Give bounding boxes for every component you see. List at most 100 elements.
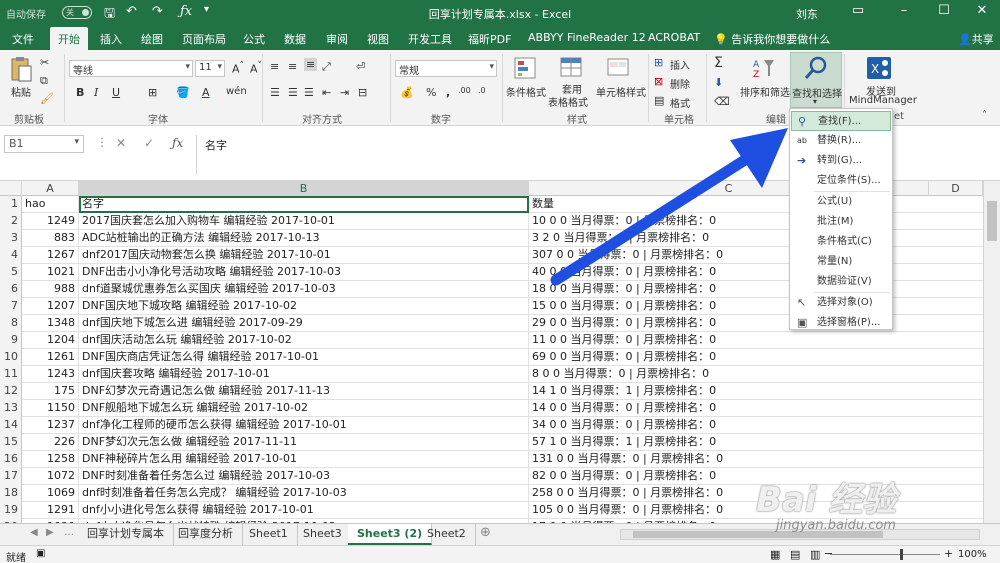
confirm-entry-icon[interactable]: ✓ <box>144 136 154 150</box>
decrease-indent-icon[interactable]: ⇤ <box>322 86 331 99</box>
delete-cells-icon[interactable]: ⊠ <box>654 75 663 88</box>
column-header-a[interactable]: A <box>22 181 79 196</box>
fill-icon[interactable]: ⬇ <box>714 76 723 89</box>
format-painter-icon[interactable]: 🖌 <box>40 92 54 105</box>
align-left-icon[interactable]: ☰ <box>270 86 280 99</box>
cell-b[interactable]: DNF时刻准备着任务怎么过 编辑经验 2017-10-03 <box>79 468 529 485</box>
row-header[interactable]: 2 <box>0 213 22 230</box>
menu-item[interactable]: 批注(M) <box>791 212 891 232</box>
cell-c[interactable]: 11 0 0 当月得票：0 | 月票榜排名：0 <box>529 332 929 349</box>
tab-draw[interactable]: 绘图 <box>141 31 163 47</box>
page-break-view-icon[interactable]: ▥ <box>810 548 820 561</box>
tab-review[interactable]: 审阅 <box>326 31 348 47</box>
tab-page-layout[interactable]: 页面布局 <box>182 31 226 47</box>
delete-cells-button[interactable]: 删除 <box>670 76 690 91</box>
cell-a[interactable]: 1021 <box>22 264 79 281</box>
cell-a[interactable]: 1207 <box>22 298 79 315</box>
cell-c[interactable]: 14 1 0 当月得票：1 | 月票榜排名：0 <box>529 383 929 400</box>
cell-b[interactable]: DNF神秘碎片怎么用 编辑经验 2017-10-01 <box>79 451 529 468</box>
sheet-tab[interactable]: Sheet3 <box>294 524 352 545</box>
page-layout-view-icon[interactable]: ▤ <box>790 548 800 561</box>
minimize-icon[interactable]: – <box>894 3 914 18</box>
send-mindmanager-button[interactable]: MindManager <box>849 95 917 106</box>
row-header[interactable]: 6 <box>0 281 22 298</box>
column-header-b[interactable]: B <box>79 181 529 196</box>
tab-formulas[interactable]: 公式 <box>243 31 265 47</box>
cell-a[interactable]: 1249 <box>22 213 79 230</box>
format-as-table-icon[interactable] <box>560 56 584 80</box>
number-format-combo[interactable]: 常规 <box>395 60 497 77</box>
row-header[interactable]: 12 <box>0 383 22 400</box>
cut-icon[interactable]: ✂ <box>40 56 49 69</box>
tell-me-search[interactable]: 💡 告诉我你想要做什么 <box>714 31 830 47</box>
tab-developer[interactable]: 开发工具 <box>408 31 452 47</box>
menu-item[interactable]: 条件格式(C) <box>791 232 891 252</box>
menu-item[interactable]: 常量(N) <box>791 252 891 272</box>
tab-view[interactable]: 视图 <box>367 31 389 47</box>
cell-b[interactable]: dnf时刻准备着任务怎么完成？ 编辑经验 2017-10-03 <box>79 485 529 502</box>
row-header[interactable]: 16 <box>0 451 22 468</box>
decrease-decimal-icon[interactable]: .0 <box>478 86 486 95</box>
sheet-tab[interactable]: Sheet2 <box>418 524 476 545</box>
font-size-combo[interactable]: 11 <box>195 60 225 77</box>
cell-b[interactable]: dnf国庆套攻略 编辑经验 2017-10-01 <box>79 366 529 383</box>
cell-b[interactable]: ADC站桩输出的正确方法 编辑经验 2017-10-13 <box>79 230 529 247</box>
cell-c[interactable]: 8 0 0 当月得票：0 | 月票榜排名：0 <box>529 366 929 383</box>
column-header-d[interactable]: D <box>929 181 983 196</box>
phonetic-icon[interactable]: wén <box>226 86 247 97</box>
cell-b[interactable]: dnf小小进化号怎么获得 编辑经验 2017-10-01 <box>79 502 529 519</box>
align-top-icon[interactable]: ≡ <box>270 60 279 73</box>
cell-a[interactable]: 1258 <box>22 451 79 468</box>
cell-c[interactable]: 131 0 0 当月得票：0 | 月票榜排名：0 <box>529 451 929 468</box>
cell-b[interactable]: 名字 <box>79 196 529 213</box>
shrink-font-icon[interactable]: A˅ <box>250 60 262 76</box>
row-header[interactable]: 14 <box>0 417 22 434</box>
ribbon-display-icon[interactable]: ▭ <box>848 3 868 18</box>
menu-item[interactable]: ▣ 选择窗格(P)... <box>791 313 891 333</box>
row-header[interactable]: 1 <box>0 196 22 213</box>
tab-insert[interactable]: 插入 <box>100 31 122 47</box>
name-box[interactable]: B1 ▾ <box>4 135 84 153</box>
row-header[interactable]: 13 <box>0 400 22 417</box>
sheet-tab[interactable]: 回享计划专属本 <box>78 524 174 545</box>
cell-a[interactable]: 175 <box>22 383 79 400</box>
add-sheet-icon[interactable]: ⊕ <box>480 525 491 540</box>
cell-b[interactable]: dnf2017国庆动物套怎么换 编辑经验 2017-10-01 <box>79 247 529 264</box>
row-header[interactable]: 17 <box>0 468 22 485</box>
tab-file[interactable]: 文件 <box>12 31 34 47</box>
cell-b[interactable]: DNF幻梦次元奇遇记怎么做 编辑经验 2017-11-13 <box>79 383 529 400</box>
row-header[interactable]: 11 <box>0 366 22 383</box>
menu-item[interactable]: ➔ 转到(G)... <box>791 151 891 171</box>
cell-a[interactable]: 1150 <box>22 400 79 417</box>
menu-item[interactable]: 公式(U) <box>791 192 891 212</box>
clear-icon[interactable]: ⌫ <box>714 95 730 108</box>
tab-home[interactable]: 开始 <box>50 27 88 50</box>
row-header[interactable]: 10 <box>0 349 22 366</box>
zoom-level[interactable]: 100% <box>958 549 987 560</box>
align-middle-icon[interactable]: ≡ <box>288 60 297 73</box>
zoom-slider[interactable] <box>830 554 940 555</box>
cell-a[interactable]: 1261 <box>22 349 79 366</box>
format-cells-button[interactable]: 格式 <box>670 95 690 110</box>
paste-button[interactable]: 粘贴 <box>11 84 31 99</box>
grow-font-icon[interactable]: A˄ <box>232 60 244 76</box>
cell-styles-button[interactable]: 单元格样式 <box>596 84 646 99</box>
increase-decimal-icon[interactable]: .00 <box>458 86 471 95</box>
cell-c[interactable]: 69 0 0 当月得票：0 | 月票榜排名：0 <box>529 349 929 366</box>
insert-function-icon[interactable]: ƒx <box>172 136 183 150</box>
tab-acrobat[interactable]: ACROBAT <box>648 31 700 44</box>
zoom-slider-knob[interactable] <box>900 549 903 560</box>
zoom-in-icon[interactable]: + <box>944 547 953 560</box>
cell-b[interactable]: 2017国庆套怎么加入购物车 编辑经验 2017-10-01 <box>79 213 529 230</box>
cancel-entry-icon[interactable]: ✕ <box>116 136 126 150</box>
cell-a[interactable]: 1069 <box>22 485 79 502</box>
cell-b[interactable]: DNF国庆商店凭证怎么得 编辑经验 2017-10-01 <box>79 349 529 366</box>
format-as-table-button[interactable]: 表格格式 <box>548 94 588 109</box>
menu-item[interactable]: 定位条件(S)... <box>791 171 891 191</box>
cell-c[interactable]: 14 0 0 当月得票：0 | 月票榜排名：0 <box>529 400 929 417</box>
tab-data[interactable]: 数据 <box>284 31 306 47</box>
row-header[interactable]: 7 <box>0 298 22 315</box>
increase-indent-icon[interactable]: ⇥ <box>340 86 349 99</box>
cell-a[interactable]: 1237 <box>22 417 79 434</box>
menu-item[interactable]: ⚲ 查找(F)... <box>791 111 891 131</box>
